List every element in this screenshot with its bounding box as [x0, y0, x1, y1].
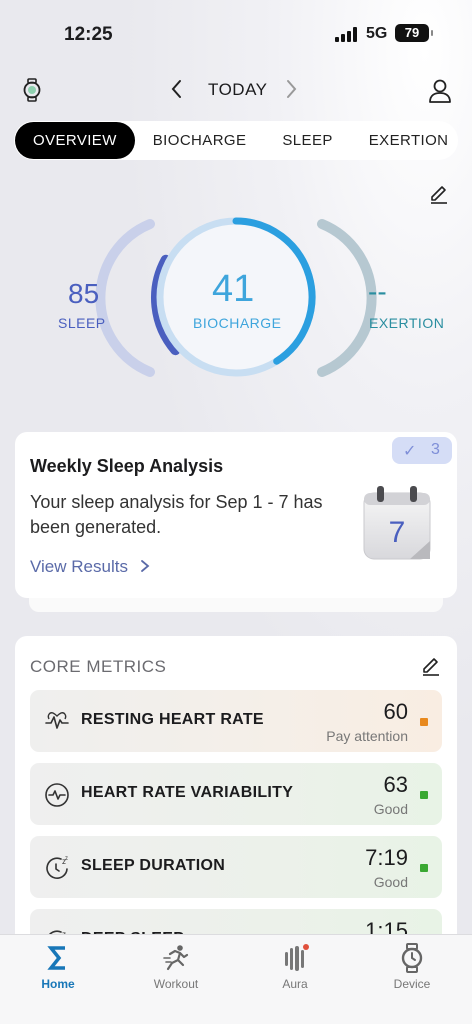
- nav-aura[interactable]: Aura: [255, 943, 335, 991]
- metric-row-sleep-duration[interactable]: z z SLEEP DURATION 7:19 Good: [30, 836, 442, 898]
- metric-value: 63: [383, 772, 408, 797]
- status-dot: [420, 791, 428, 799]
- date-label: TODAY: [208, 80, 268, 99]
- nav-home-label: Home: [41, 977, 75, 991]
- calendar-day: 7: [389, 516, 406, 549]
- weekly-card-body: Your sleep analysis for Sep 1 - 7 has be…: [30, 492, 323, 537]
- metric-label: RESTING HEART RATE: [81, 711, 264, 728]
- sleep-score-value: 85: [68, 278, 100, 309]
- metric-row-resting-heart-rate[interactable]: RESTING HEART RATE 60 Pay attention: [30, 690, 442, 752]
- tab-biocharge[interactable]: BIOCHARGE: [135, 122, 265, 159]
- weekly-card-title: Weekly Sleep Analysis: [30, 456, 224, 476]
- status-time: 12:25: [64, 24, 113, 45]
- metric-status: Good: [373, 801, 408, 817]
- core-metrics-title: CORE METRICS: [30, 657, 167, 676]
- previous-day-button[interactable]: [170, 78, 190, 102]
- sigma-icon: [47, 946, 65, 970]
- metric-status: Good: [373, 874, 408, 890]
- biocharge-score-label: BIOCHARGE: [193, 315, 282, 331]
- metric-label: SLEEP DURATION: [81, 857, 226, 874]
- network-label: 5G: [366, 25, 388, 42]
- chevron-right-icon: [287, 80, 297, 98]
- profile-icon[interactable]: [427, 78, 453, 104]
- runner-icon: [163, 945, 189, 971]
- badge-count: 3: [431, 441, 440, 458]
- tab-overview[interactable]: OVERVIEW: [15, 122, 135, 159]
- edit-pencil-icon[interactable]: [428, 183, 450, 205]
- nav-home[interactable]: Home: [18, 943, 98, 991]
- sleep-duration-icon: z z: [46, 856, 68, 879]
- watch-icon: [401, 943, 423, 973]
- signal-icon: [335, 27, 359, 42]
- status-dot: [420, 718, 428, 726]
- exertion-score-value: --: [368, 276, 387, 307]
- nav-aura-label: Aura: [282, 977, 308, 991]
- edit-metrics-icon[interactable]: [420, 655, 442, 677]
- card-stack-shadow: [29, 598, 443, 612]
- nav-device-label: Device: [393, 977, 431, 991]
- view-results-label: View Results: [30, 557, 128, 576]
- check-icon: ✓: [403, 443, 417, 460]
- biocharge-score-value: 41: [212, 268, 255, 310]
- status-dot: [420, 864, 428, 872]
- tab-sleep[interactable]: SLEEP: [264, 122, 350, 159]
- metric-label: HEART RATE VARIABILITY: [81, 784, 294, 801]
- completion-badge[interactable]: ✓ 3: [392, 437, 452, 464]
- metric-value: 7:19: [365, 845, 408, 870]
- battery-icon: 79: [395, 24, 433, 42]
- status-bar: 12:25 5G 79: [0, 0, 472, 64]
- svg-text:z: z: [65, 856, 68, 862]
- aura-icon: [285, 944, 309, 971]
- calendar-icon: 7: [363, 486, 431, 560]
- metric-row-heart-rate-variability[interactable]: HEART RATE VARIABILITY 63 Good: [30, 763, 442, 825]
- hrv-icon: [45, 783, 69, 807]
- metric-status: Pay attention: [326, 728, 408, 744]
- chevron-left-icon: [171, 80, 181, 98]
- exertion-score-label: EXERTION: [369, 315, 445, 331]
- tab-exertion[interactable]: EXERTION: [351, 122, 467, 159]
- metric-value: 60: [383, 699, 408, 724]
- watch-icon[interactable]: [20, 78, 44, 102]
- chevron-right-icon: [140, 560, 150, 572]
- nav-device[interactable]: Device: [372, 943, 452, 991]
- view-results-link[interactable]: View Results: [30, 557, 151, 577]
- exertion-gauge[interactable]: [317, 219, 377, 377]
- heartbeat-icon: [45, 712, 69, 729]
- nav-workout-label: Workout: [153, 977, 199, 991]
- sleep-score-label: SLEEP: [58, 315, 106, 331]
- next-day-button[interactable]: [284, 78, 304, 102]
- bottom-tab-bar: Home Workout Aura Device: [0, 934, 472, 1024]
- tab-bar: OVERVIEW BIOCHARGE SLEEP EXERTION: [14, 121, 458, 160]
- nav-workout[interactable]: Workout: [136, 943, 216, 991]
